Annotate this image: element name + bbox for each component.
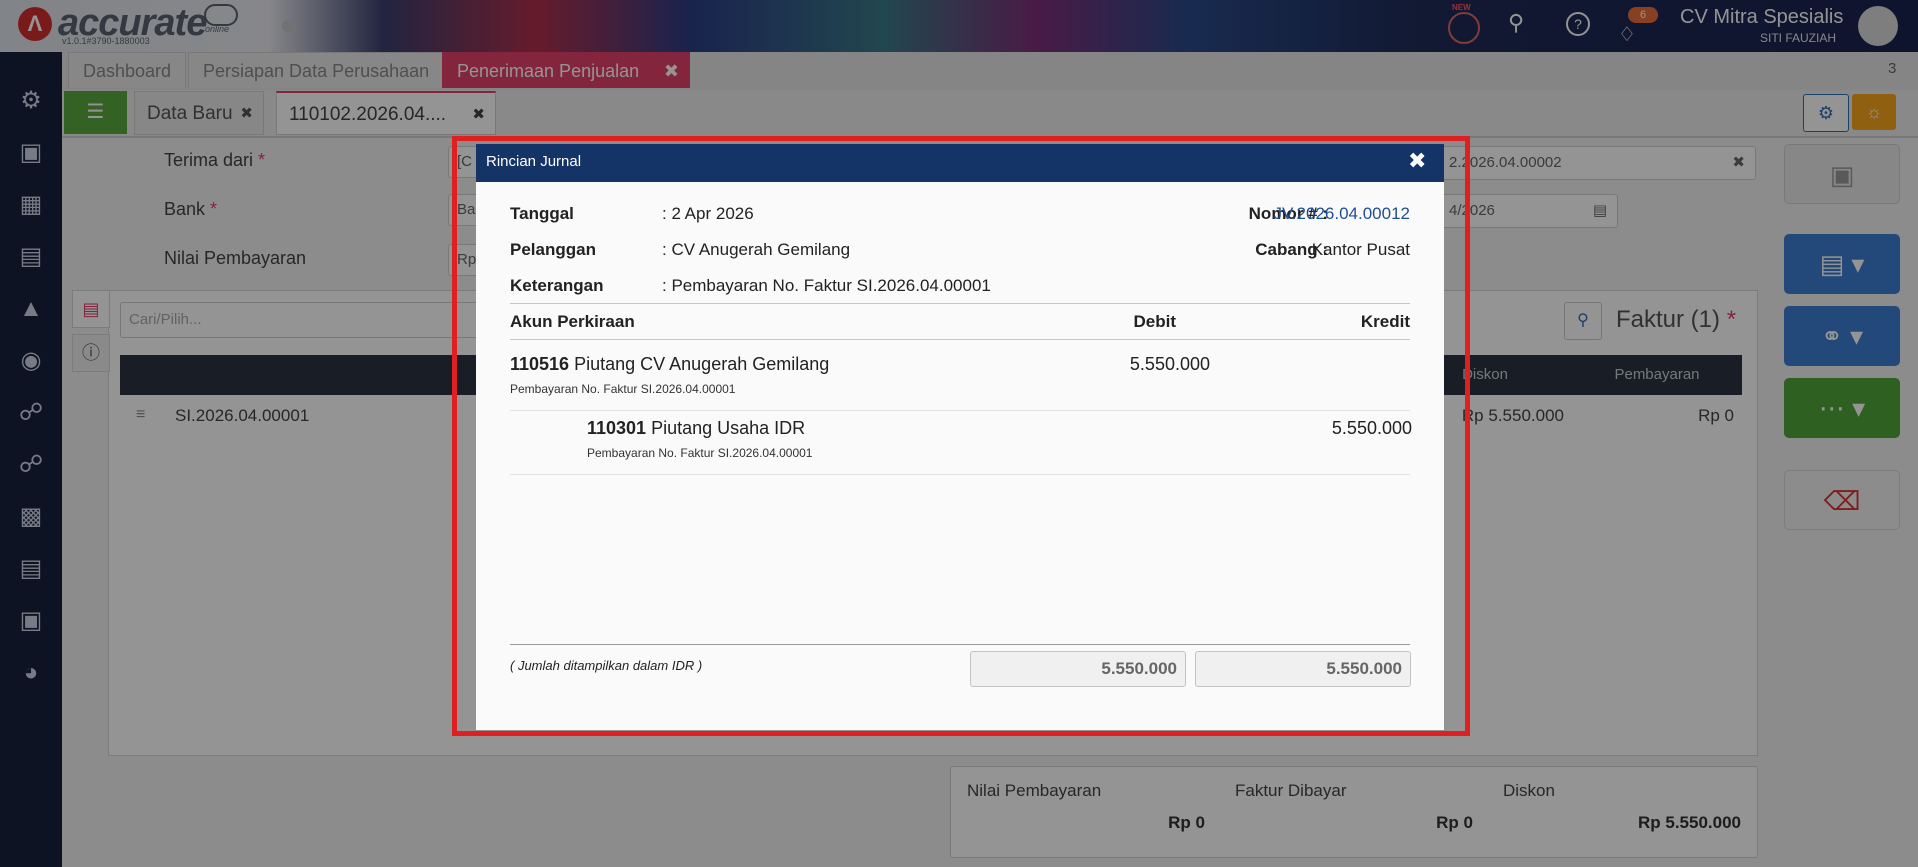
highlight-frame [452, 136, 1470, 736]
